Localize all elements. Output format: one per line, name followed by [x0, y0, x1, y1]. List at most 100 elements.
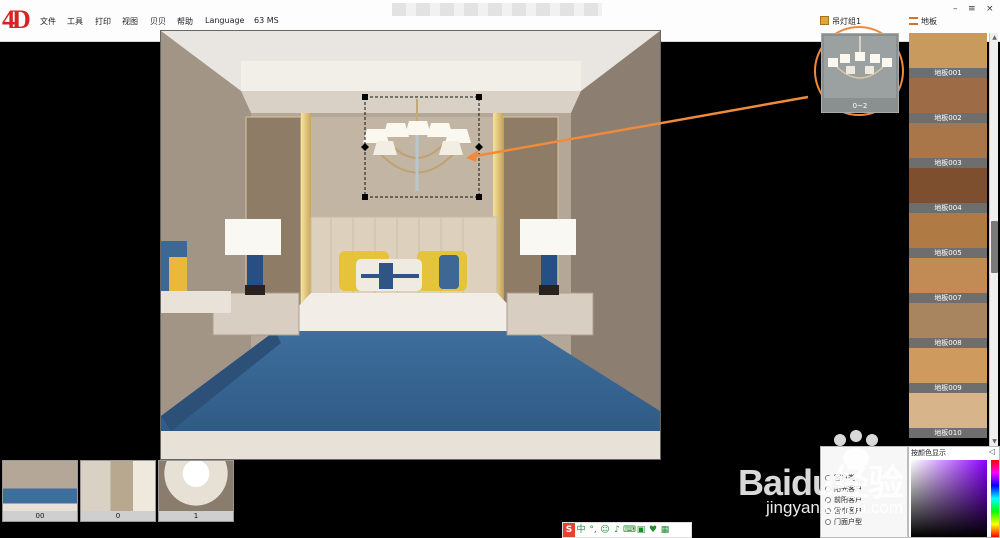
ime-toolbar: S 中 °, ☺ ♪ ⌨▣ ♥ ▦: [562, 522, 692, 538]
tree-row[interactable]: 阳光客户: [821, 484, 907, 495]
tree-row[interactable]: 客户类: [821, 473, 907, 484]
lamp-thumbnail-label: 0~2: [852, 102, 868, 110]
floor-texture: [909, 33, 987, 68]
lamp-folder-icon: [820, 16, 829, 25]
floor-item[interactable]: 地板002: [909, 78, 987, 123]
scene-label: 00: [3, 511, 77, 521]
floor-item[interactable]: 地板003: [909, 123, 987, 168]
floor-label: 地板010: [909, 428, 987, 438]
floor-item[interactable]: 地板009: [909, 348, 987, 393]
tree-node-icon: [825, 519, 831, 525]
ime-logo-icon[interactable]: S: [563, 523, 575, 537]
scene-thumbnail-image: [3, 461, 77, 511]
lamp-group-header[interactable]: 吊灯组1: [820, 16, 861, 27]
floor-texture: [909, 168, 987, 203]
ime-voice-icon[interactable]: ♪: [611, 523, 623, 537]
minimize-button[interactable]: –: [953, 4, 958, 14]
tree-row-label: 雷市客户: [834, 507, 862, 515]
floor-item[interactable]: 地板001: [909, 33, 987, 78]
tree-row[interactable]: 雷市客户: [821, 506, 907, 517]
scroll-up-icon[interactable]: ▲: [991, 34, 998, 42]
floor-item[interactable]: 地板007: [909, 258, 987, 303]
tree-node-icon: [825, 497, 831, 503]
menu-beibei[interactable]: 贝贝: [150, 16, 166, 27]
menu-language[interactable]: Language: [205, 16, 244, 25]
floor-texture: [909, 258, 987, 293]
scrollbar-thumb[interactable]: [991, 221, 998, 273]
scroll-down-icon[interactable]: ▼: [991, 438, 998, 446]
collapse-left-icon[interactable]: ◁: [989, 447, 995, 456]
hue-slider[interactable]: [991, 460, 999, 537]
scene-label: 0: [81, 511, 155, 521]
tree-row-label: 阳光客户: [834, 485, 862, 493]
floor-item[interactable]: 地板005: [909, 213, 987, 258]
scene-label: 1: [159, 511, 233, 521]
floor-texture: [909, 213, 987, 248]
tree-row-label: 门面户型: [834, 518, 862, 526]
floor-texture: [909, 393, 987, 428]
ime-emoji-icon[interactable]: ☺: [599, 523, 611, 537]
floor-texture: [909, 303, 987, 338]
floor-item[interactable]: 地板004: [909, 168, 987, 213]
floor-list-scrollbar[interactable]: ▲ ▼: [989, 33, 998, 447]
ime-punctuation-icon[interactable]: °,: [587, 523, 599, 537]
color-picker-field[interactable]: [911, 460, 987, 537]
selection-handle[interactable]: [476, 94, 482, 100]
ime-tools-icon[interactable]: ▦: [659, 523, 671, 537]
floor-label: 地板001: [909, 68, 987, 78]
floor-texture: [909, 348, 987, 383]
floor-list-icon: [909, 17, 918, 25]
lamp-thumbnail[interactable]: 0~2: [821, 33, 899, 113]
floor-label: 地板008: [909, 338, 987, 348]
selection-handle[interactable]: [362, 94, 368, 100]
selection-handle[interactable]: [476, 194, 482, 200]
floor-texture: [909, 123, 987, 158]
floor-item[interactable]: 地板010: [909, 393, 987, 438]
lamp-thumbnail-image: [824, 36, 896, 98]
selection-handle[interactable]: [362, 194, 368, 200]
scene-thumbnail[interactable]: 1: [158, 460, 234, 522]
ime-shirt-icon[interactable]: ♥: [647, 523, 659, 537]
frame-time-readout: 63 MS: [254, 16, 279, 25]
layer-tree-panel: 客户类 阳光客户 前阳客户 雷市客户 门面户型: [820, 446, 908, 538]
bedroom-render: [161, 31, 660, 459]
floor-label: 地板004: [909, 203, 987, 213]
menu-toggle-button[interactable]: ≡: [968, 4, 976, 14]
menu-tools[interactable]: 工具: [67, 16, 83, 27]
close-button[interactable]: ×: [986, 4, 994, 14]
floor-material-list: 地板001 地板002 地板003 地板004 地板005 地板007 地板00…: [909, 33, 987, 447]
scene-thumbnail-image: [159, 461, 233, 511]
floor-label: 地板003: [909, 158, 987, 168]
menu-help[interactable]: 帮助: [177, 16, 193, 27]
app-logo: 4D: [2, 5, 31, 34]
floor-header-label: 地板: [921, 17, 937, 26]
menu-view[interactable]: 视图: [122, 16, 138, 27]
floor-item[interactable]: 地板008: [909, 303, 987, 348]
tree-row-label: 前阳客户: [834, 496, 862, 504]
render-viewport[interactable]: [160, 30, 661, 460]
menu-file[interactable]: 文件: [40, 16, 56, 27]
scene-thumbnail-image: [81, 461, 155, 511]
tree-row-label: 客户类: [834, 474, 855, 482]
scene-thumbnail[interactable]: 00: [2, 460, 78, 522]
app-window: 4D 文件 工具 打印 视图 贝贝 帮助 Language 63 MS – ≡ …: [0, 0, 1000, 538]
tree-row[interactable]: 前阳客户: [821, 495, 907, 506]
lamp-group-label: 吊灯组1: [832, 17, 862, 26]
ime-skin-icon[interactable]: ▣: [635, 523, 647, 537]
scene-thumbnail[interactable]: 0: [80, 460, 156, 522]
tree-node-icon: [825, 486, 831, 492]
floor-texture: [909, 78, 987, 113]
floor-label: 地板009: [909, 383, 987, 393]
ime-keyboard-icon[interactable]: ⌨: [623, 523, 636, 537]
color-panel-title: 按颜色显示: [911, 449, 946, 457]
floor-label: 地板002: [909, 113, 987, 123]
floor-header[interactable]: 地板: [909, 16, 937, 27]
floor-label: 地板005: [909, 248, 987, 258]
menu-print[interactable]: 打印: [95, 16, 111, 27]
floor-label: 地板007: [909, 293, 987, 303]
tree-row[interactable]: 门面户型: [821, 517, 907, 528]
blurred-title: [392, 3, 602, 16]
ime-chinese-toggle[interactable]: 中: [575, 523, 587, 537]
tree-node-icon: [825, 508, 831, 514]
color-filter-panel: 按颜色显示 ◁: [908, 446, 1000, 538]
